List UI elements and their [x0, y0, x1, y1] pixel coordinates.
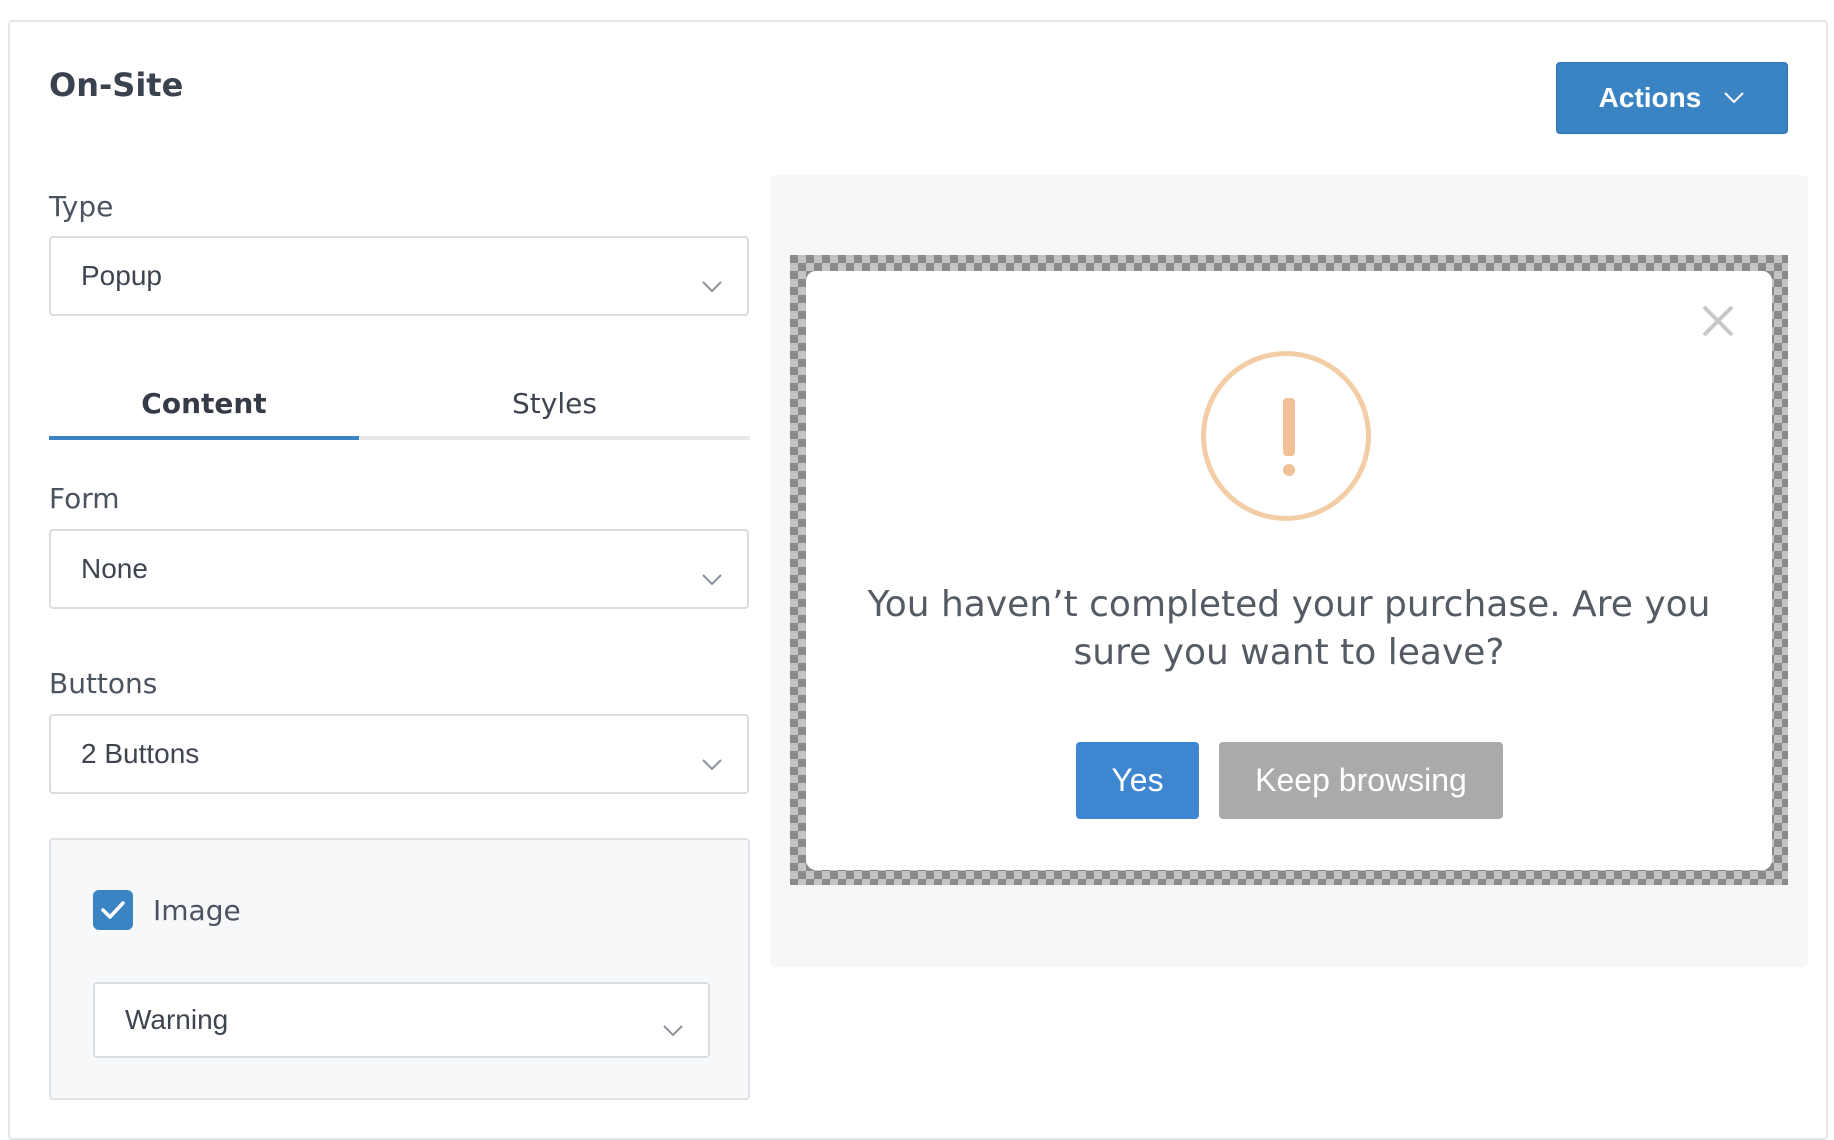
actions-button-label: Actions: [1598, 82, 1702, 113]
checkmark-icon: [101, 901, 125, 919]
tab-active-indicator: [49, 436, 359, 440]
popup-preview: You haven’t completed your purchase. Are…: [806, 271, 1772, 870]
chevron-down-icon: [701, 747, 723, 779]
chevron-down-icon: [1724, 92, 1745, 104]
image-option-box: Image Warning: [49, 838, 750, 1100]
close-icon[interactable]: [1698, 301, 1738, 341]
popup-message: You haven’t completed your purchase. Are…: [867, 584, 1711, 673]
type-label: Type: [49, 190, 114, 223]
form-select-value: None: [81, 553, 148, 584]
tab-styles[interactable]: Styles: [359, 370, 750, 436]
chevron-down-icon: [701, 562, 723, 594]
type-select[interactable]: Popup: [49, 236, 749, 316]
image-type-select-value: Warning: [125, 1004, 229, 1035]
buttons-select-value: 2 Buttons: [81, 738, 200, 769]
type-select-value: Popup: [81, 260, 162, 291]
image-checkbox[interactable]: [93, 890, 133, 930]
image-type-select[interactable]: Warning: [93, 982, 710, 1058]
warning-exclamation-icon: [1201, 351, 1371, 521]
actions-button[interactable]: Actions: [1556, 62, 1788, 134]
page-title: On-Site: [49, 66, 184, 104]
tab-content[interactable]: Content: [49, 370, 359, 436]
form-label: Form: [49, 482, 120, 515]
form-select[interactable]: None: [49, 529, 749, 609]
yes-button[interactable]: Yes: [1076, 742, 1199, 819]
chevron-down-icon: [662, 1013, 684, 1045]
chevron-down-icon: [701, 269, 723, 301]
buttons-label: Buttons: [49, 667, 158, 700]
tab-bar: Content Styles: [49, 370, 750, 440]
image-checkbox-label: Image: [153, 893, 241, 927]
buttons-select[interactable]: 2 Buttons: [49, 714, 749, 794]
keep-browsing-button[interactable]: Keep browsing: [1219, 742, 1503, 819]
